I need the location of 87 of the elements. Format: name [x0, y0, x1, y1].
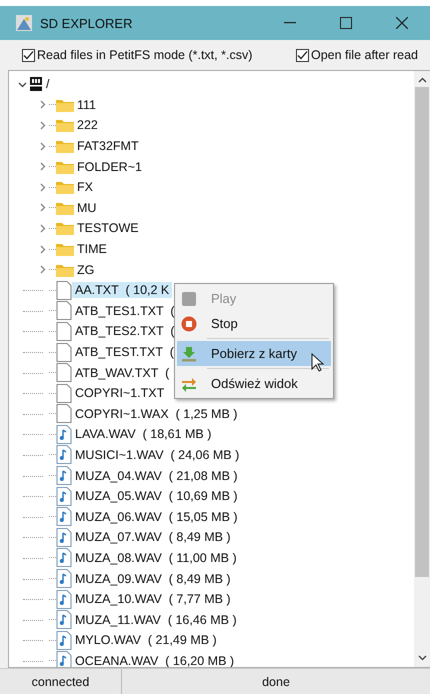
document-icon	[56, 384, 72, 403]
document-icon	[56, 322, 72, 341]
window-title: SD EXPLORER	[40, 16, 134, 30]
app-icon	[16, 15, 32, 31]
checkbox[interactable]	[296, 48, 309, 62]
tree-item[interactable]: /	[43, 76, 52, 92]
tree-item[interactable]: ATB_TES2.TXT (	[72, 323, 178, 340]
menu-item[interactable]: Stop	[177, 311, 331, 336]
tree-item[interactable]: MUZA_07.WAV ( 8,49 MB )	[72, 529, 234, 546]
tree-item[interactable]: TESTOWE	[74, 220, 142, 236]
chevron-right-icon[interactable]	[38, 142, 46, 151]
square-icon	[181, 290, 197, 306]
folder-icon	[56, 139, 74, 154]
scroll-up-icon[interactable]	[418, 77, 426, 83]
tree-item[interactable]: FX	[74, 179, 96, 196]
tree-item[interactable]: COPYRI~1.TXT	[72, 385, 168, 402]
tree-item[interactable]: MUZA_04.WAV ( 21,08 MB )	[72, 468, 241, 484]
maximize-icon	[340, 17, 352, 29]
folder-icon	[56, 262, 74, 277]
music-file-icon	[56, 590, 72, 609]
music-file-icon	[56, 507, 72, 526]
document-icon	[56, 342, 72, 362]
tree-item[interactable]: COPYRI~1.WAX ( 1,25 MB )	[72, 406, 240, 422]
tree-item[interactable]: MUZA_05.WAV ( 10,69 MB )	[72, 488, 241, 504]
chevron-right-icon[interactable]	[38, 244, 46, 254]
music-file-icon	[56, 466, 72, 486]
tree-item[interactable]: MUSICI~1.WAV ( 24,06 MB )	[72, 446, 242, 463]
chevron-right-icon[interactable]	[38, 265, 46, 274]
tree-item[interactable]: MYLO.WAV ( 21,49 MB )	[72, 632, 220, 648]
music-file-icon	[56, 424, 72, 444]
chevron-right-icon[interactable]	[38, 100, 46, 110]
music-file-icon	[56, 569, 72, 588]
music-file-icon	[56, 486, 72, 506]
document-icon	[56, 404, 72, 424]
tree-item[interactable]: ZG	[74, 262, 98, 278]
chevron-right-icon[interactable]	[38, 182, 46, 192]
tree-item[interactable]: ATB_TES1.TXT (	[72, 302, 178, 319]
music-file-icon	[56, 548, 72, 568]
tree-item[interactable]: MUZA_09.WAV ( 8,49 MB )	[72, 570, 234, 587]
folder-icon	[56, 118, 74, 132]
chevron-right-icon[interactable]	[38, 224, 46, 233]
download-icon	[181, 346, 197, 362]
chevron-right-icon[interactable]	[38, 120, 46, 130]
chevron-down-icon[interactable]	[18, 80, 26, 89]
tree-item[interactable]: MUZA_06.WAV ( 15,05 MB )	[72, 508, 241, 525]
tree-item[interactable]: MU	[74, 200, 100, 216]
tree-item[interactable]: TIME	[74, 241, 110, 258]
folder-icon	[56, 98, 74, 112]
tree-item[interactable]: FOLDER~1	[74, 158, 145, 175]
chevron-right-icon[interactable]	[38, 162, 46, 172]
option-label: Open file after read	[310, 48, 418, 62]
close-icon	[396, 17, 408, 29]
minimize-icon	[284, 22, 296, 24]
tree-item[interactable]: MUZA_11.WAV ( 16,46 MB )	[72, 612, 240, 628]
scroll-down-icon[interactable]	[418, 655, 426, 661]
mouse-cursor-icon	[311, 353, 325, 373]
tree-item[interactable]: 111	[74, 96, 100, 113]
folder-icon	[56, 242, 74, 256]
document-icon	[56, 363, 72, 382]
tree-item[interactable]: ATB_WAV.TXT (	[72, 364, 172, 381]
scrollbar[interactable]	[414, 71, 430, 667]
checkbox[interactable]	[22, 48, 35, 62]
status-text: done	[261, 674, 291, 690]
folder-icon	[56, 221, 74, 236]
status-text: connected	[0, 669, 122, 694]
tree-item[interactable]: MUZA_10.WAV ( 7,77 MB )	[72, 591, 234, 608]
tree-item[interactable]: AA.TXT ( 10,2 K	[72, 282, 172, 298]
chevron-right-icon[interactable]	[38, 203, 46, 212]
music-file-icon	[56, 445, 72, 464]
tree-item[interactable]: 222	[74, 117, 101, 134]
music-file-icon	[56, 610, 72, 630]
tree-item[interactable]: FAT32FMT	[74, 138, 142, 154]
refresh-arrows-icon	[181, 376, 197, 392]
folder-icon	[56, 200, 74, 215]
tree-item[interactable]: MUZA_08.WAV ( 11,00 MB )	[72, 550, 240, 566]
menu-item[interactable]: Odśwież widok	[177, 371, 331, 396]
tree-item[interactable]: LAVA.WAV ( 18,61 MB )	[72, 426, 214, 442]
music-file-icon	[56, 630, 72, 650]
music-file-icon	[56, 528, 72, 547]
folder-icon	[56, 160, 74, 174]
tree-item[interactable]: ATB_TEST.TXT (	[72, 344, 177, 360]
document-icon	[56, 301, 72, 320]
folder-icon	[56, 180, 74, 194]
stop-icon	[181, 316, 197, 332]
sd-card-icon	[29, 76, 43, 92]
option-label: Read files in PetitFS mode (*.txt, *.csv)	[37, 48, 252, 62]
scrollbar-thumb[interactable]	[415, 87, 429, 577]
